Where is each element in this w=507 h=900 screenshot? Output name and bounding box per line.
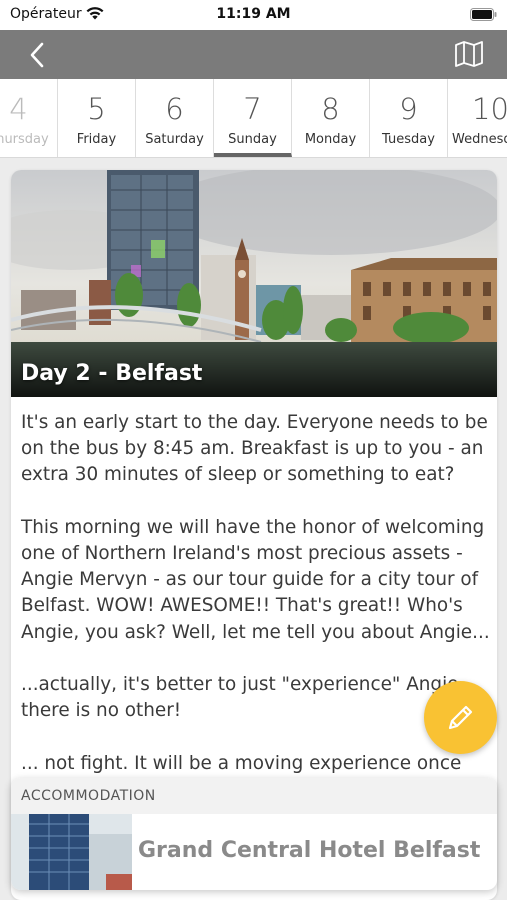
pencil-icon xyxy=(448,705,473,730)
day-tab-tuesday[interactable]: 9 Tuesday xyxy=(370,79,448,157)
day-number: 4 xyxy=(9,92,28,126)
battery-icon xyxy=(470,8,497,21)
description-paragraph: This morning we will have the honor of w… xyxy=(21,516,490,643)
day-number: 9 xyxy=(399,92,418,126)
status-time: 11:19 AM xyxy=(216,6,291,22)
status-bar: Opérateur 11:19 AM xyxy=(0,0,507,30)
day-name: Sunday xyxy=(228,132,277,147)
day-name: Tuesday xyxy=(382,132,435,147)
accommodation-header: ACCOMMODATION xyxy=(11,778,497,814)
day-tab-sunday[interactable]: 7 Sunday xyxy=(214,79,292,157)
day-title: Day 2 - Belfast xyxy=(21,361,203,386)
day-tab-saturday[interactable]: 6 Saturday xyxy=(136,79,214,157)
day-number: 7 xyxy=(243,92,262,126)
day-name: Thursday xyxy=(0,132,49,147)
edit-button[interactable] xyxy=(424,681,497,754)
day-selector: 4 Thursday 5 Friday 6 Saturday 7 Sunday … xyxy=(0,79,507,158)
back-button[interactable] xyxy=(22,40,52,70)
description-paragraph: ...actually, it's better to just "experi… xyxy=(21,674,472,722)
map-icon xyxy=(455,41,483,67)
hotel-thumbnail xyxy=(11,814,132,890)
day-number: 6 xyxy=(165,92,184,126)
day-description: It's an early start to the day. Everyone… xyxy=(21,410,491,803)
hotel-image xyxy=(11,814,132,890)
day-name: Monday xyxy=(304,132,357,147)
day-tab-thursday[interactable]: 4 Thursday xyxy=(0,79,58,157)
day-name: Wednesday xyxy=(452,132,507,147)
map-button[interactable] xyxy=(453,38,485,70)
day-name: Saturday xyxy=(145,132,204,147)
day-number: 5 xyxy=(87,92,106,126)
hero-image: Day 2 - Belfast xyxy=(11,170,497,397)
accommodation-label: ACCOMMODATION xyxy=(21,788,156,804)
chevron-left-icon xyxy=(30,42,44,68)
description-paragraph: It's an early start to the day. Everyone… xyxy=(21,412,488,486)
description-paragraph: ... not fight. It will be a moving exper… xyxy=(21,752,462,774)
day-number: 8 xyxy=(321,92,340,126)
day-number: 10 xyxy=(472,92,507,126)
accommodation-card[interactable]: ACCOMMODATION Grand Central Hotel Belfas… xyxy=(11,778,497,890)
hotel-name: Grand Central Hotel Belfast xyxy=(138,838,481,863)
day-name: Friday xyxy=(76,132,117,147)
day-tab-friday[interactable]: 5 Friday xyxy=(58,79,136,157)
day-tab-monday[interactable]: 8 Monday xyxy=(292,79,370,157)
nav-bar xyxy=(0,30,507,79)
day-tab-wednesday[interactable]: 10 Wednesday xyxy=(448,79,507,157)
